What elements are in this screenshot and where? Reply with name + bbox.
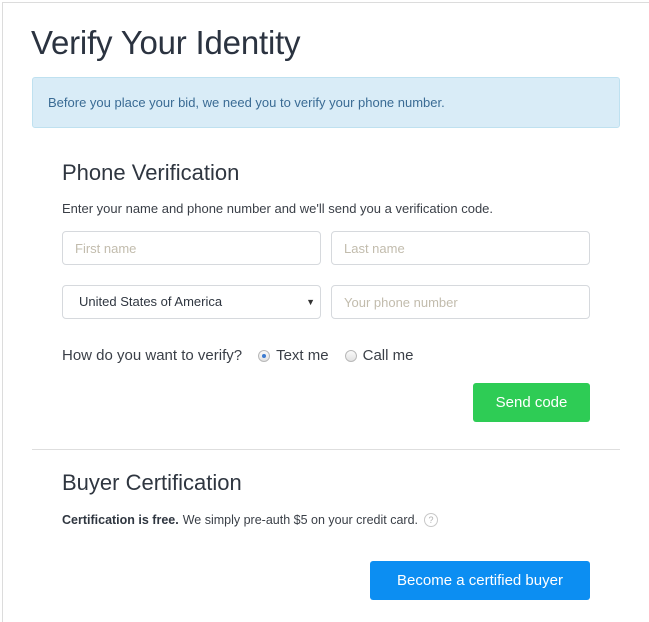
- country-select[interactable]: United States of America ▼: [62, 285, 321, 319]
- certification-preauth-text: We simply pre-auth $5 on your credit car…: [182, 513, 418, 527]
- radio-text-me-label[interactable]: Text me: [276, 347, 329, 364]
- first-name-input[interactable]: [62, 231, 321, 265]
- certification-free-text: Certification is free.: [62, 513, 179, 527]
- phone-verification-description: Enter your name and phone number and we'…: [62, 201, 494, 216]
- buyer-certification-title: Buyer Certification: [62, 470, 242, 495]
- page-title: Verify Your Identity: [31, 24, 301, 61]
- section-divider: [32, 449, 620, 450]
- last-name-input[interactable]: [331, 231, 590, 265]
- help-icon[interactable]: ?: [424, 513, 438, 527]
- radio-text-me[interactable]: Text me: [258, 347, 329, 364]
- country-select-value: United States of America: [79, 294, 223, 309]
- phone-number-input[interactable]: [331, 285, 590, 319]
- send-code-button[interactable]: Send code: [473, 383, 590, 422]
- phone-verification-title: Phone Verification: [62, 160, 240, 185]
- verify-method-label: How do you want to verify?: [62, 347, 243, 364]
- become-certified-buyer-button[interactable]: Become a certified buyer: [370, 561, 590, 600]
- info-alert: Before you place your bid, we need you t…: [32, 77, 620, 128]
- radio-call-me[interactable]: Call me: [344, 347, 414, 364]
- radio-call-me-button[interactable]: [344, 349, 357, 362]
- verify-method-group: How do you want to verify? Text me Call …: [62, 347, 413, 364]
- radio-call-me-label[interactable]: Call me: [363, 347, 414, 364]
- certification-info: Certification is free. We simply pre-aut…: [62, 513, 438, 527]
- radio-text-me-button[interactable]: [258, 349, 271, 362]
- caret-down-icon: ▼: [306, 297, 315, 307]
